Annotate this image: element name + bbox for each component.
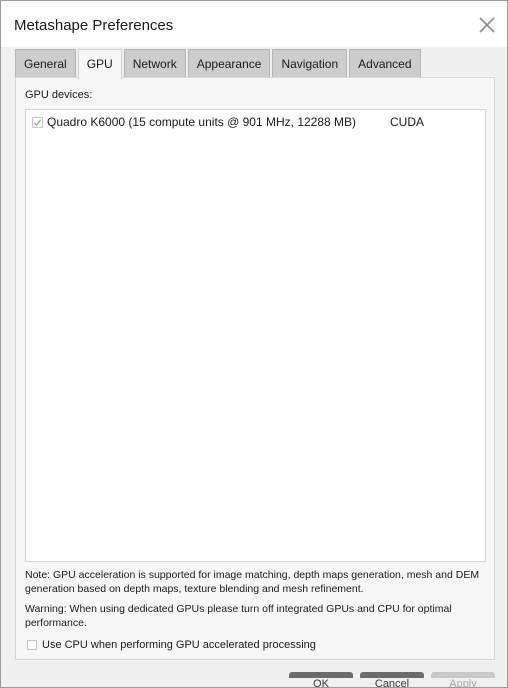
close-button[interactable]: [477, 15, 497, 35]
gpu-devices-label: GPU devices:: [25, 89, 93, 101]
device-checkbox[interactable]: [32, 117, 43, 128]
check-icon: [34, 119, 42, 126]
tab-general[interactable]: General: [15, 49, 76, 78]
use-cpu-label[interactable]: Use CPU when performing GPU accelerated …: [42, 637, 316, 653]
gpu-device-list[interactable]: Quadro K6000 (15 compute units @ 901 MHz…: [25, 109, 486, 562]
title-bar: Metashape Preferences: [1, 1, 507, 47]
window-title: Metashape Preferences: [14, 17, 174, 34]
tab-advanced[interactable]: Advanced: [349, 49, 421, 78]
tab-gpu[interactable]: GPU: [77, 49, 122, 79]
list-item[interactable]: Quadro K6000 (15 compute units @ 901 MHz…: [30, 114, 481, 130]
apply-button[interactable]: Apply: [431, 672, 495, 687]
close-icon[interactable]: [477, 15, 497, 35]
gpu-panel: GPU devices: Quadro K6000 (15 compute un…: [15, 77, 495, 660]
device-name: Quadro K6000 (15 compute units @ 901 MHz…: [47, 115, 357, 129]
use-cpu-checkbox[interactable]: [27, 640, 37, 650]
cancel-button[interactable]: Cancel: [360, 672, 424, 687]
tab-bar: General GPU Network Appearance Navigatio…: [15, 49, 423, 79]
ok-button[interactable]: OK: [289, 672, 353, 687]
device-api: CUDA: [390, 115, 425, 129]
preferences-dialog: Metashape Preferences General GPU Networ…: [0, 0, 508, 688]
tab-network[interactable]: Network: [123, 49, 186, 78]
tab-appearance[interactable]: Appearance: [187, 49, 271, 78]
gpu-note-text: Note: GPU acceleration is supported for …: [25, 569, 480, 595]
tab-navigation[interactable]: Navigation: [272, 49, 348, 78]
gpu-warning-text: Warning: When using dedicated GPUs pleas…: [25, 603, 452, 629]
dialog-buttons: OK Cancel Apply: [1, 672, 507, 687]
